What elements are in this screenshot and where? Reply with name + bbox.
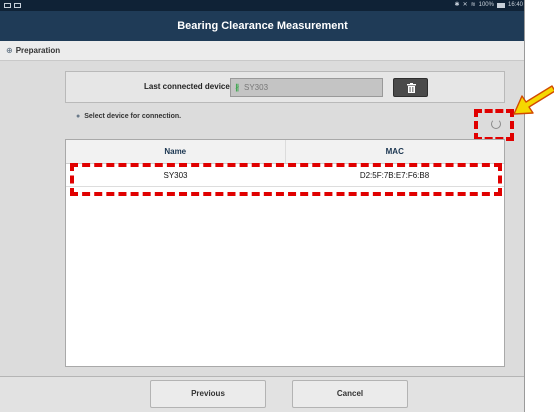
bluetooth-icon: ∦ xyxy=(235,83,239,92)
section-header-preparation: ⊕ Preparation xyxy=(0,41,524,61)
trash-icon xyxy=(407,83,416,93)
status-bar: ✱ ✕ ≋ 100% 16:40 xyxy=(0,0,524,11)
signal-icon: ≋ xyxy=(470,2,476,8)
column-header-name: Name xyxy=(66,140,286,163)
device-screen: ✱ ✕ ≋ 100% 16:40 Bearing Clearance Measu… xyxy=(0,0,525,412)
last-connected-device-panel: Last connected device ∦ SY303 xyxy=(65,71,505,103)
column-header-mac: MAC xyxy=(385,147,404,156)
loading-spinner-icon xyxy=(491,119,501,129)
main-content: Last connected device ∦ SY303 ● Select dev… xyxy=(0,61,524,376)
status-bar-left xyxy=(4,0,21,11)
section-title: Preparation xyxy=(15,46,61,55)
instruction-text: Select device for connection. xyxy=(84,113,182,120)
page-title: Bearing Clearance Measurement xyxy=(177,20,348,32)
footer-bar: Previous Cancel xyxy=(0,376,524,412)
mute-icon: ✕ xyxy=(462,2,468,8)
section-bullet-icon: ⊕ xyxy=(6,46,13,55)
previous-button[interactable]: Previous xyxy=(150,380,266,408)
select-device-instruction: ● Select device for connection. xyxy=(76,113,181,120)
device-name-cell: SY303 xyxy=(163,171,188,180)
bluetooth-icon: ✱ xyxy=(454,2,460,8)
device-table: Name MAC SY303 D2:5F:7B:E7:F6:B8 xyxy=(65,139,505,367)
device-table-header: Name MAC xyxy=(66,140,504,164)
app-bar: Bearing Clearance Measurement xyxy=(0,11,524,41)
image-icon xyxy=(14,3,21,8)
table-row[interactable]: SY303 D2:5F:7B:E7:F6:B8 xyxy=(66,165,504,187)
status-bar-right: ✱ ✕ ≋ 100% 16:40 xyxy=(455,0,523,11)
last-connected-device-value: SY303 xyxy=(244,83,269,92)
scan-spinner-highlight xyxy=(474,109,514,141)
last-connected-device-field: ∦ SY303 xyxy=(230,78,383,97)
cancel-button[interactable]: Cancel xyxy=(292,380,408,408)
delete-last-device-button[interactable] xyxy=(393,78,428,97)
gallery-icon xyxy=(4,3,11,8)
clock: 16:40 xyxy=(507,2,523,8)
last-connected-device-label: Last connected device xyxy=(144,82,230,91)
pointer-arrow-icon xyxy=(513,85,554,115)
instruction-bullet-icon: ● xyxy=(76,113,81,120)
battery-icon xyxy=(496,3,505,8)
battery-percent: 100% xyxy=(478,2,494,8)
device-mac-cell: D2:5F:7B:E7:F6:B8 xyxy=(359,171,430,180)
